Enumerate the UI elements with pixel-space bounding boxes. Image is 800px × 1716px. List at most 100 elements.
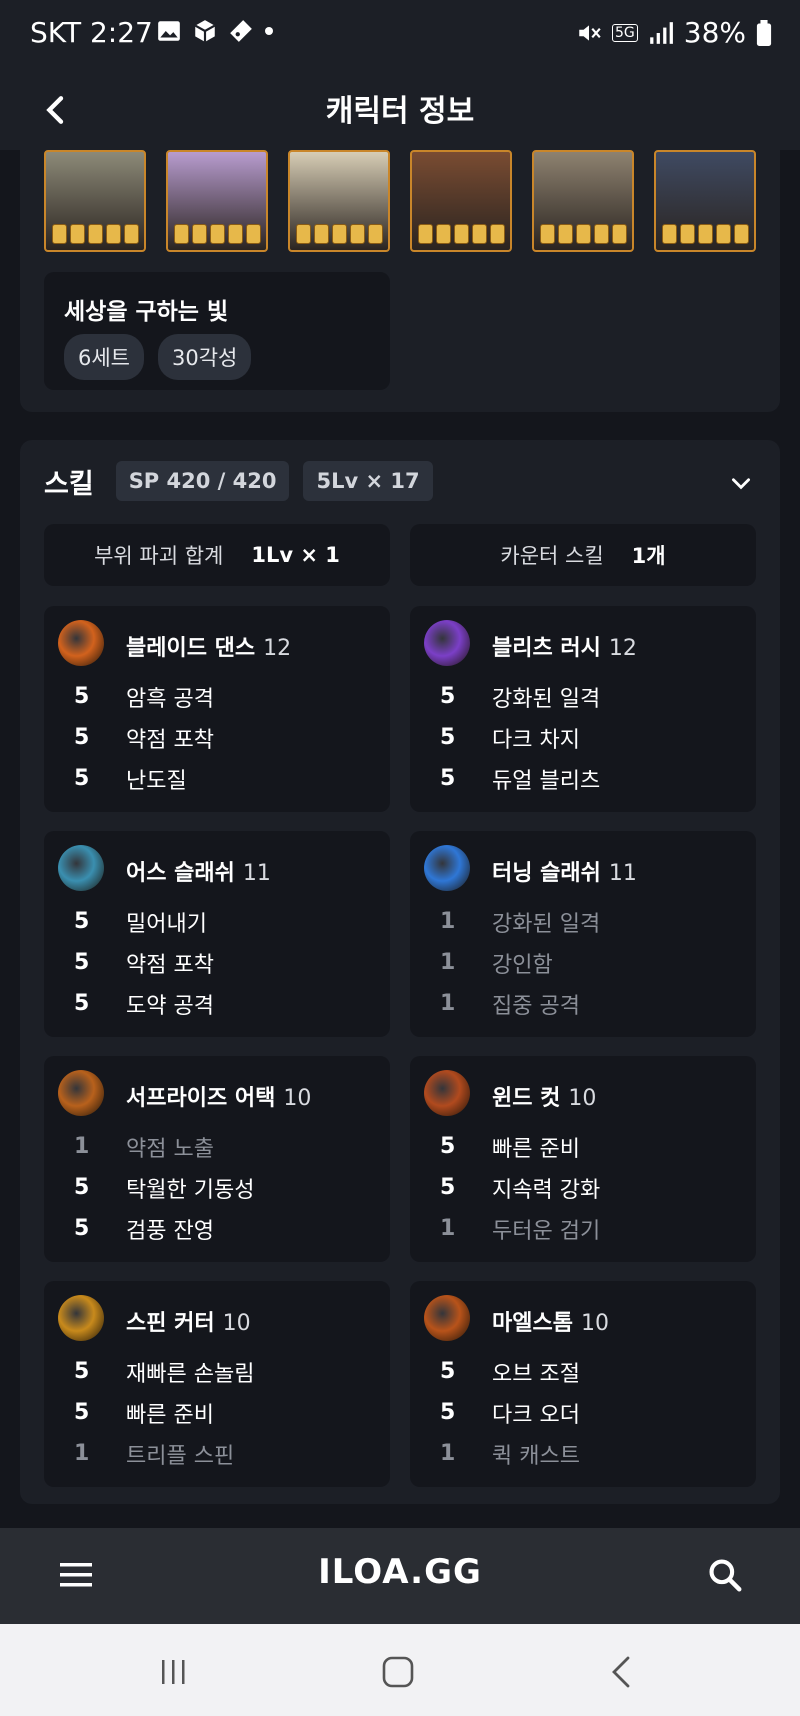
skill-name: 마엘스톰 10 xyxy=(492,1305,609,1337)
skill-name: 어스 슬래쉬 11 xyxy=(126,855,271,887)
page-title: 캐릭터 정보 xyxy=(325,94,475,129)
awakening-gem-icon xyxy=(124,224,139,244)
skill-card[interactable]: 블레이드 댄스 12 5 암흑 공격 5 약점 포착 5 난도질 xyxy=(44,606,390,812)
card-portrait[interactable] xyxy=(166,150,268,252)
skill-name: 블리츠 러시 12 xyxy=(492,630,637,662)
tripod-name: 재빠른 손놀림 xyxy=(126,1361,255,1387)
card-portrait[interactable] xyxy=(44,150,146,252)
home-icon[interactable] xyxy=(380,1654,416,1690)
awakening-gem-icon xyxy=(246,224,261,244)
tripod-row: 5 약점 포착 xyxy=(74,942,214,983)
skill-name-text: 블리츠 러시 xyxy=(492,636,601,661)
tripod-level: 5 xyxy=(74,909,90,934)
tripod-row: 5 도약 공격 xyxy=(74,983,214,1024)
system-back-icon[interactable] xyxy=(604,1654,640,1690)
tripod-name: 탁월한 기동성 xyxy=(126,1177,255,1203)
awakening-gem-icon xyxy=(680,224,695,244)
tripod-name: 퀵 캐스트 xyxy=(492,1443,580,1469)
skill-icon xyxy=(424,1295,470,1341)
tripod-level: 1 xyxy=(440,950,456,975)
card-portrait[interactable] xyxy=(532,150,634,252)
card-portrait-list xyxy=(44,150,756,252)
card-portrait[interactable] xyxy=(654,150,756,252)
skill-name-text: 윈드 컷 xyxy=(492,1086,561,1111)
awakening-gem-icon xyxy=(296,224,311,244)
tripod-row: 1 트리플 스핀 xyxy=(74,1433,254,1474)
skill-name-text: 서프라이즈 어택 xyxy=(126,1086,276,1111)
mute-icon xyxy=(579,24,601,41)
tripod-row: 5 난도질 xyxy=(74,758,214,799)
skill-card[interactable]: 터닝 슬래쉬 11 1 강화된 일격 1 강인함 1 집중 공격 xyxy=(410,831,756,1037)
card-set-name: 세상을 구하는 빛 xyxy=(64,299,229,325)
awakening-gems xyxy=(174,224,261,244)
tripod-row: 5 오브 조절 xyxy=(440,1351,580,1392)
awakening-gem-icon xyxy=(576,224,591,244)
awakening-gem-icon xyxy=(350,224,365,244)
status-bar: SKT 2:27 5G 38% xyxy=(0,0,800,70)
dot-icon xyxy=(265,27,273,35)
tripod-list: 5 빠른 준비 5 지속력 강화 1 두터운 검기 xyxy=(440,1126,600,1249)
tripod-name: 밀어내기 xyxy=(126,911,207,937)
tripod-level: 5 xyxy=(440,766,456,791)
skill-name: 스핀 커터 10 xyxy=(126,1305,251,1337)
tripod-level: 5 xyxy=(440,725,456,750)
part-break-label: 부위 파괴 합계 xyxy=(94,544,224,568)
tripod-name: 오브 조절 xyxy=(492,1361,580,1387)
skill-icon xyxy=(58,845,104,891)
battery-icon xyxy=(756,19,772,46)
skill-level: 12 xyxy=(263,636,292,661)
tripod-level: 5 xyxy=(440,1359,456,1384)
site-logo[interactable]: ILOA.GG xyxy=(0,1552,800,1592)
skill-card[interactable]: 블리츠 러시 12 5 강화된 일격 5 다크 차지 5 듀얼 블리츠 xyxy=(410,606,756,812)
tripod-level: 5 xyxy=(74,1359,90,1384)
tripod-name: 두터운 검기 xyxy=(492,1218,601,1244)
tripod-name: 약점 노출 xyxy=(126,1136,214,1162)
tripod-level: 5 xyxy=(74,684,90,709)
tripod-level: 1 xyxy=(440,1216,456,1241)
counter-skill-value: 1개 xyxy=(631,544,666,568)
awakening-gems xyxy=(540,224,627,244)
skill-card[interactable]: 윈드 컷 10 5 빠른 준비 5 지속력 강화 1 두터운 검기 xyxy=(410,1056,756,1262)
battery-percent: 38% xyxy=(683,16,746,49)
tripod-row: 5 빠른 준비 xyxy=(74,1392,254,1433)
tripod-level: 5 xyxy=(74,1400,90,1425)
card-portrait[interactable] xyxy=(410,150,512,252)
tripod-name: 암흑 공격 xyxy=(126,686,214,712)
part-break-value: 1Lv × 1 xyxy=(251,543,340,567)
tripod-name: 트리플 스핀 xyxy=(126,1443,235,1469)
tripod-row: 1 집중 공격 xyxy=(440,983,600,1024)
search-icon[interactable] xyxy=(706,1556,744,1594)
awakening-gems xyxy=(52,224,139,244)
gallery-icon xyxy=(158,21,180,41)
tripod-name: 난도질 xyxy=(126,768,187,794)
skill-card[interactable]: 어스 슬래쉬 11 5 밀어내기 5 약점 포착 5 도약 공격 xyxy=(44,831,390,1037)
tripod-row: 5 빠른 준비 xyxy=(440,1126,600,1167)
tripod-level: 5 xyxy=(440,1175,456,1200)
skill-level: 11 xyxy=(242,861,271,886)
recent-apps-icon[interactable] xyxy=(156,1654,192,1690)
skill-level-badge: 5Lv × 17 xyxy=(303,461,433,501)
awakening-gem-icon xyxy=(332,224,347,244)
awakening-gem-icon xyxy=(174,224,189,244)
skill-card[interactable]: 스핀 커터 10 5 재빠른 손놀림 5 빠른 준비 1 트리플 스핀 xyxy=(44,1281,390,1487)
tripod-row: 5 강화된 일격 xyxy=(440,676,600,717)
tripod-list: 5 암흑 공격 5 약점 포착 5 난도질 xyxy=(74,676,214,799)
awakening-gem-icon xyxy=(662,224,677,244)
chevron-down-icon[interactable] xyxy=(728,470,754,496)
skill-card[interactable]: 서프라이즈 어택 10 1 약점 노출 5 탁월한 기동성 5 검풍 잔영 xyxy=(44,1056,390,1262)
bottom-nav: ILOA.GG xyxy=(0,1528,800,1624)
skill-name: 서프라이즈 어택 10 xyxy=(126,1080,311,1112)
tripod-name: 강인함 xyxy=(492,952,553,978)
tripod-level: 1 xyxy=(440,909,456,934)
tripod-level: 5 xyxy=(74,1175,90,1200)
tripod-name: 듀얼 블리츠 xyxy=(492,768,601,794)
tripod-list: 5 밀어내기 5 약점 포착 5 도약 공격 xyxy=(74,901,214,1024)
tripod-name: 강화된 일격 xyxy=(492,686,601,712)
tripod-level: 1 xyxy=(74,1134,90,1159)
counter-skill-summary: 카운터 스킬 1개 xyxy=(410,524,756,586)
tripod-level: 5 xyxy=(440,1134,456,1159)
ticket-icon xyxy=(230,20,252,42)
tripod-name: 다크 차지 xyxy=(492,727,580,753)
card-portrait[interactable] xyxy=(288,150,390,252)
skill-card[interactable]: 마엘스톰 10 5 오브 조절 5 다크 오더 1 퀵 캐스트 xyxy=(410,1281,756,1487)
